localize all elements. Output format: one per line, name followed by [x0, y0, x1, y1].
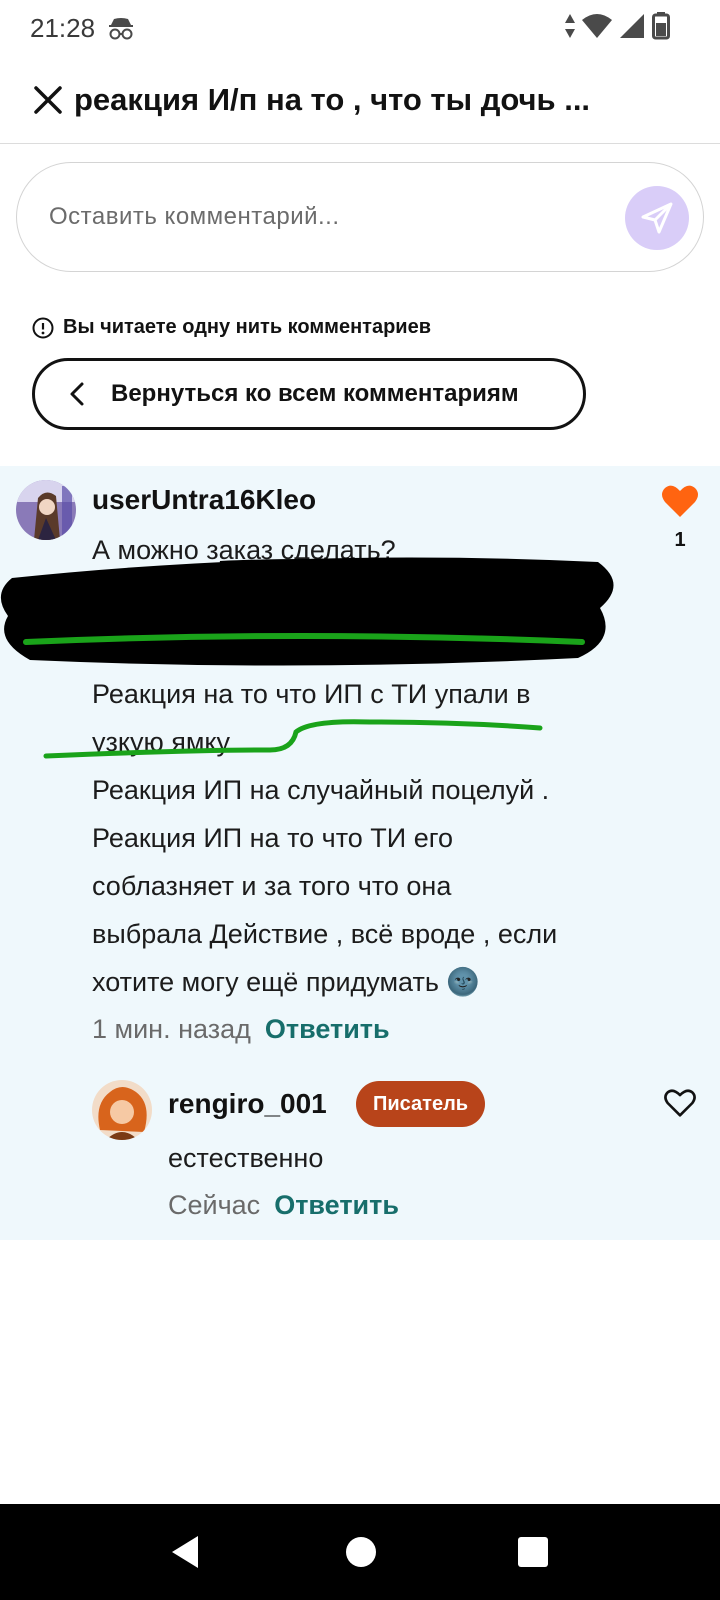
heart-filled-icon [662, 485, 698, 517]
battery-icon [652, 12, 670, 40]
back-button-label: Вернуться ко всем комментариям [111, 380, 519, 407]
comment-text-line: Реакция ИП на случайный поцелуй . [92, 775, 550, 805]
avatar[interactable] [92, 1080, 152, 1140]
highlight-underline [43, 719, 543, 759]
recents-icon[interactable] [516, 1534, 550, 1570]
comment-composer [16, 162, 704, 272]
back-icon[interactable] [168, 1534, 202, 1570]
comment-text-line: Реакция на то что ИП с ТИ упали в [92, 679, 531, 709]
info-icon [32, 317, 54, 338]
comment-username[interactable]: userUntra16Kleo [92, 484, 316, 516]
back-to-all-comments-button[interactable]: Вернуться ко всем комментариям [32, 358, 586, 430]
status-bar: 21:28 [0, 0, 720, 56]
send-button[interactable] [625, 186, 689, 250]
comment-time: 1 мин. назад [92, 1014, 251, 1044]
comment-text-line: соблазняет и за того что она [92, 871, 452, 901]
reply-text: естественно [168, 1143, 324, 1173]
comment-input[interactable] [49, 203, 589, 231]
incognito-icon [109, 18, 134, 40]
wifi-icon [582, 14, 612, 38]
comment-meta: 1 мин. назад Ответить [92, 1014, 390, 1045]
reply-meta: Сейчас Ответить [168, 1190, 399, 1221]
home-icon[interactable] [344, 1534, 378, 1570]
data-arrows-icon [565, 14, 575, 38]
reply-username[interactable]: rengiro_001 [168, 1088, 327, 1120]
avatar[interactable] [16, 480, 76, 540]
like-button[interactable] [660, 1088, 700, 1123]
like-count: 1 [674, 529, 686, 551]
reply-button[interactable]: Ответить [274, 1190, 399, 1220]
signal-icon [620, 14, 644, 38]
writer-badge: Писатель [356, 1081, 486, 1127]
reply-time: Сейчас [168, 1190, 261, 1220]
system-nav-bar [0, 1504, 720, 1600]
chevron-left-icon [70, 382, 84, 406]
like-button[interactable]: 1 [660, 484, 700, 552]
redaction-scribble [0, 557, 614, 666]
send-icon [641, 202, 673, 234]
comment-text-line: хотите могу ещё придумать 🌚 [92, 967, 481, 997]
top-bar: реакция И/п на то , что ты дочь ... [0, 56, 720, 144]
status-icons [564, 12, 670, 40]
thread-notice-text: Вы читаете одну нить комментариев [63, 316, 432, 338]
close-icon[interactable] [32, 84, 64, 116]
reply-button[interactable]: Ответить [265, 1014, 390, 1044]
comment-text-line: Реакция ИП на то что ТИ его [92, 823, 453, 853]
thread-notice: Вы читаете одну нить комментариев [32, 316, 431, 339]
page-title: реакция И/п на то , что ты дочь ... [74, 81, 591, 117]
status-time: 21:28 [30, 12, 96, 43]
comment-text-line: выбрала Действие , всё вроде , если [92, 919, 558, 949]
heart-outline-icon [664, 1089, 696, 1117]
